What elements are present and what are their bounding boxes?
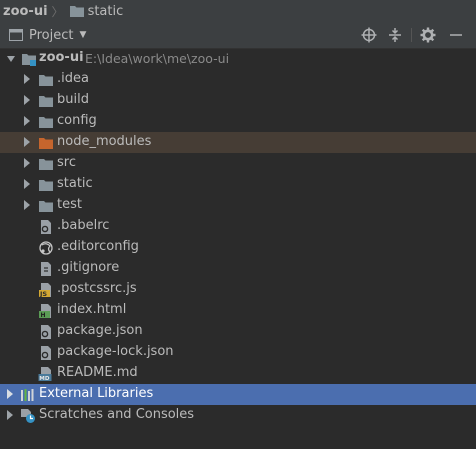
folder-icon [39,180,53,191]
tree-file-label: .gitignore [57,260,120,275]
chevron-right-icon[interactable] [23,116,31,126]
chevron-down-icon[interactable] [7,54,15,64]
html-file-icon: H [39,304,51,319]
tree-row-folder[interactable]: static [0,174,476,195]
folder-icon [69,6,84,17]
tree-row-folder[interactable]: config [0,111,476,132]
tree-row-file[interactable]: .gitignore [0,258,476,279]
tree-row-file[interactable]: .babelrc [0,216,476,237]
tree-row-file[interactable]: package-lock.json [0,342,476,363]
breadcrumb-folder-label: static [87,3,124,19]
tree-row-folder[interactable]: test [0,195,476,216]
chevron-right-icon: 〉 [51,4,64,19]
folder-icon [39,75,53,86]
tree-row-folder[interactable]: build [0,90,476,111]
js-file-icon: JS [39,283,51,298]
view-selector[interactable]: Project ▼ [9,28,86,43]
toolbar-divider [411,28,412,42]
breadcrumb-folder[interactable]: static [68,0,124,22]
tree-row-root[interactable]: zoo-ui E:\Idea\work\me\zoo-ui [0,48,476,69]
tree-row-folder-excluded[interactable]: node_modules [0,132,476,153]
markdown-file-icon: MD [38,367,52,382]
tree-row-file[interactable]: .editorconfig [0,237,476,258]
chevron-right-icon[interactable] [23,137,31,147]
project-view-icon [9,29,23,41]
tree-file-label: .postcssrc.js [57,281,137,296]
module-folder-icon [22,54,36,66]
folder-icon [39,96,53,107]
view-selector-label: Project [29,27,74,43]
tree-scratches-label: Scratches and Consoles [39,407,195,422]
breadcrumb-project[interactable]: zoo-ui 〉 [0,0,68,22]
libraries-icon [21,389,34,401]
chevron-right-icon[interactable] [23,158,31,168]
navigation-bar: zoo-ui 〉 static [0,0,476,23]
tree-file-label: README.md [57,365,138,380]
chevron-right-icon[interactable] [23,74,31,84]
json-file-icon [41,325,51,339]
svg-text:MD: MD [39,376,50,382]
tree-folder-label: config [57,113,97,128]
collapse-all-icon[interactable] [387,27,403,43]
tree-folder-label: node_modules [57,134,152,149]
tree-row-folder[interactable]: .idea [0,69,476,90]
chevron-right-icon[interactable] [23,95,31,105]
chevron-right-icon[interactable] [6,389,14,399]
breadcrumb-project-label: zoo-ui [3,3,48,19]
json-file-icon [41,346,51,360]
tree-row-folder[interactable]: src [0,153,476,174]
dropdown-caret-icon: ▼ [79,30,87,40]
tree-row-file[interactable]: JS .postcssrc.js [0,279,476,300]
settings-icon[interactable] [420,27,436,43]
tree-file-label: package.json [57,323,143,338]
ignore-file-icon [41,262,51,276]
folder-icon [39,159,53,170]
tree-row-scratches[interactable]: Scratches and Consoles [0,405,476,426]
tree-file-label: .editorconfig [57,239,139,254]
tree-root-name: zoo-ui [39,50,84,65]
hide-icon[interactable] [448,27,464,43]
tree-external-libraries-label: External Libraries [39,386,154,401]
tree-row-file[interactable]: H index.html [0,300,476,321]
folder-icon [39,201,53,212]
tree-folder-label: static [57,176,93,191]
tree-file-label: package-lock.json [57,344,174,359]
tree-folder-label: test [57,197,82,212]
tree-row-external-libraries[interactable]: External Libraries [0,384,476,405]
excluded-folder-icon [39,138,53,149]
tree-root-path: E:\Idea\work\me\zoo-ui [85,51,230,66]
chevron-right-icon[interactable] [23,200,31,210]
tree-folder-label: src [57,155,76,170]
project-panel-header: Project ▼ [0,22,476,49]
tree-file-label: .babelrc [57,218,110,233]
editorconfig-file-icon [39,241,53,255]
chevron-right-icon[interactable] [23,179,31,189]
tree-file-label: index.html [57,302,127,317]
tree-row-file[interactable]: package.json [0,321,476,342]
tree-folder-label: build [57,92,89,107]
scratches-icon [21,409,35,423]
chevron-right-icon[interactable] [6,410,14,420]
config-file-icon [41,220,51,234]
tree-row-file[interactable]: MD README.md [0,363,476,384]
tree-folder-label: .idea [57,71,89,86]
svg-text:JS: JS [39,290,47,298]
svg-text:H: H [41,312,46,319]
folder-icon [39,117,53,128]
locate-icon[interactable] [361,27,377,43]
